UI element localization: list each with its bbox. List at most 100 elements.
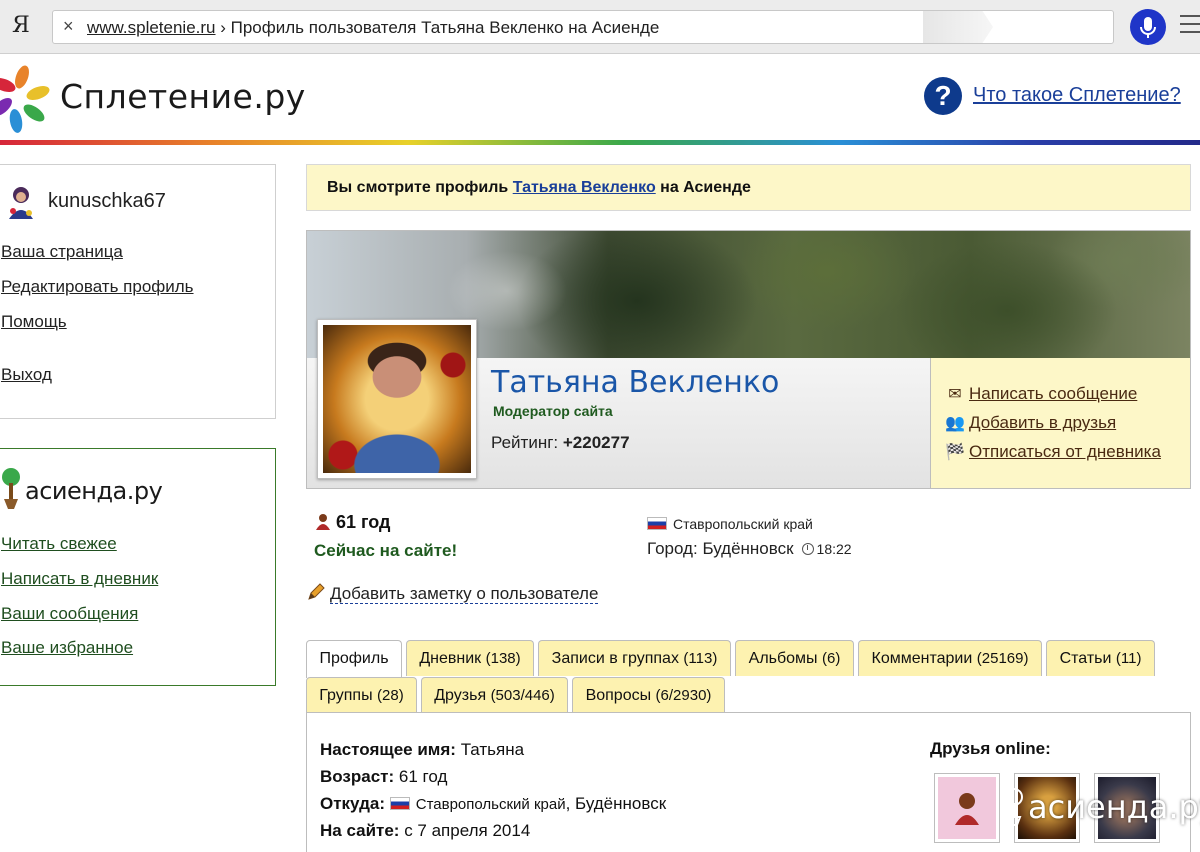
tab-count: (25169) (976, 650, 1029, 667)
your-favorites-link[interactable]: Ваше избранное (1, 638, 133, 658)
watermark-text: асиенда.ру (1028, 788, 1200, 826)
rating-label: Рейтинг: (491, 433, 563, 452)
asienda-tree-logo-icon[interactable] (1, 463, 21, 511)
tab-label: Альбомы (748, 650, 818, 667)
profile-rating: Рейтинг: +220277 (491, 433, 630, 453)
checkered-flag-icon: 🏁 (945, 444, 965, 461)
tab-count: (6) (822, 650, 841, 667)
tab-count: (28) (377, 687, 404, 704)
microphone-icon (1140, 17, 1156, 38)
site-title[interactable]: Сплетение.ру (60, 77, 306, 116)
profile-photo[interactable] (323, 325, 471, 473)
tab-label: Вопросы (585, 687, 652, 704)
profile-name: Татьяна Векленко (491, 365, 780, 400)
address-arrow (923, 11, 993, 43)
friend-thumbnail[interactable] (934, 773, 1000, 843)
field-value-city: , Будённовск (565, 794, 667, 813)
spletenie-flower-logo-icon[interactable] (0, 63, 50, 133)
browser-toolbar: Я × www.spletenie.ru › Профиль пользоват… (0, 0, 1200, 54)
help-link[interactable]: Помощь (1, 312, 67, 332)
tab-diary[interactable]: Дневник (138) (406, 640, 534, 676)
member-since-field: На сайте: с 7 апреля 2014 (320, 821, 530, 841)
tab-count: (138) (485, 650, 521, 667)
city-label: Город: (647, 539, 703, 558)
tab-groups[interactable]: Группы (28) (306, 677, 417, 713)
unsubscribe-diary-action[interactable]: 🏁 Отписаться от дневника (945, 442, 1161, 462)
tab-label: Записи в группах (551, 650, 679, 667)
asienda-title[interactable]: асиенда.ру (25, 477, 163, 505)
address-bar[interactable]: × www.spletenie.ru › Профиль пользовател… (52, 10, 1114, 44)
woman-user-icon (955, 793, 979, 825)
tab-label: Комментарии (871, 650, 973, 667)
russia-flag-icon (389, 797, 410, 810)
tab-albums[interactable]: Альбомы (6) (735, 640, 854, 676)
url-domain: www.spletenie.ru (87, 18, 216, 37)
your-messages-link[interactable]: Ваши сообщения (1, 604, 138, 624)
region-line: Ставропольский край (647, 516, 813, 532)
unsubscribe-diary-label[interactable]: Отписаться от дневника (969, 442, 1161, 461)
close-icon[interactable]: × (63, 16, 74, 37)
moderator-badge: Модератор сайта (493, 403, 613, 419)
tab-profile[interactable]: Профиль (306, 640, 402, 678)
menu-icon[interactable] (1180, 15, 1200, 39)
city-value: Будённовск (702, 539, 794, 558)
tab-label: Группы (319, 687, 373, 704)
viewing-profile-banner: Вы смотрите профиль Татьяна Векленко на … (306, 164, 1191, 211)
tab-label: Статьи (1059, 650, 1112, 667)
help-question-icon[interactable]: ? (924, 77, 962, 115)
tab-label: Профиль (319, 650, 389, 667)
profile-photo-frame[interactable] (317, 319, 477, 479)
field-value: с 7 апреля 2014 (404, 821, 531, 840)
banner-profile-link[interactable]: Татьяна Векленко (513, 179, 656, 196)
field-label: Откуда: (320, 794, 385, 813)
age-field: Возраст: 61 год (320, 767, 447, 787)
asienda-watermark: асиенда.ру (1000, 775, 1200, 837)
profile-actions: ✉ Написать сообщение 👥 Добавить в друзья 🏁… (930, 358, 1190, 488)
logout-link[interactable]: Выход (1, 365, 52, 385)
region-value: Ставропольский край (673, 516, 813, 532)
envelope-icon: ✉ (948, 386, 962, 403)
age-value: 61 год (336, 512, 391, 532)
add-note-label[interactable]: Добавить заметку о пользователе (330, 584, 599, 604)
field-value: Ставропольский край (415, 796, 566, 813)
friends-online-title: Друзья online: (930, 739, 1051, 758)
username[interactable]: kunuschka67 (48, 190, 166, 213)
city-line: Город: Будённовск 18:22 (647, 539, 852, 559)
add-note-action[interactable]: Добавить заметку о пользователе (306, 582, 599, 604)
address-text[interactable]: www.spletenie.ru › Профиль пользователя … (87, 18, 659, 38)
banner-suffix: на Асиенде (655, 179, 751, 196)
tab-questions[interactable]: Вопросы (6/2930) (572, 677, 725, 713)
profile-card: ✉ Написать сообщение 👥 Добавить в друзья 🏁… (306, 230, 1191, 489)
site-header: Сплетение.ру ? Что такое Сплетение? (0, 55, 1200, 145)
asienda-panel: асиенда.ру Читать свежее Написать в днев… (0, 448, 276, 686)
write-diary-link[interactable]: Написать в дневник (1, 569, 158, 589)
send-message-label[interactable]: Написать сообщение (969, 384, 1137, 403)
tab-label: Дневник (419, 650, 482, 667)
banner-prefix: Вы смотрите профиль (327, 179, 513, 196)
yandex-logo-icon[interactable]: Я (12, 13, 30, 38)
microphone-button[interactable] (1130, 9, 1166, 45)
tab-friends[interactable]: Друзья (503/446) (421, 677, 568, 713)
friend-avatar[interactable] (938, 777, 996, 839)
tab-group-posts[interactable]: Записи в группах (113) (538, 640, 731, 676)
edit-profile-link[interactable]: Редактировать профиль (1, 277, 194, 297)
add-friend-icon: 👥 (945, 415, 965, 432)
pencil-icon (308, 583, 325, 600)
send-message-action[interactable]: ✉ Написать сообщение (945, 384, 1137, 404)
read-fresh-link[interactable]: Читать свежее (1, 534, 117, 554)
russia-flag-icon (647, 517, 667, 530)
add-friend-label[interactable]: Добавить в друзья (969, 413, 1116, 432)
rainbow-divider (0, 140, 1200, 145)
page-title-text: Профиль пользователя Татьяна Векленко на… (230, 18, 660, 37)
user-panel: kunuschka67 Ваша страница Редактировать … (0, 164, 276, 419)
woman-user-icon (316, 514, 330, 530)
tab-count: (11) (1115, 650, 1142, 667)
user-avatar[interactable] (5, 183, 37, 221)
tab-comments[interactable]: Комментарии (25169) (858, 640, 1042, 676)
what-is-spletenie-link[interactable]: Что такое Сплетение? (973, 84, 1181, 107)
tab-articles[interactable]: Статьи (11) (1046, 640, 1155, 676)
rating-value: +220277 (562, 433, 630, 452)
add-friend-action[interactable]: 👥 Добавить в друзья (945, 413, 1116, 433)
tab-count: (503/446) (490, 687, 555, 704)
your-page-link[interactable]: Ваша страница (1, 242, 123, 262)
